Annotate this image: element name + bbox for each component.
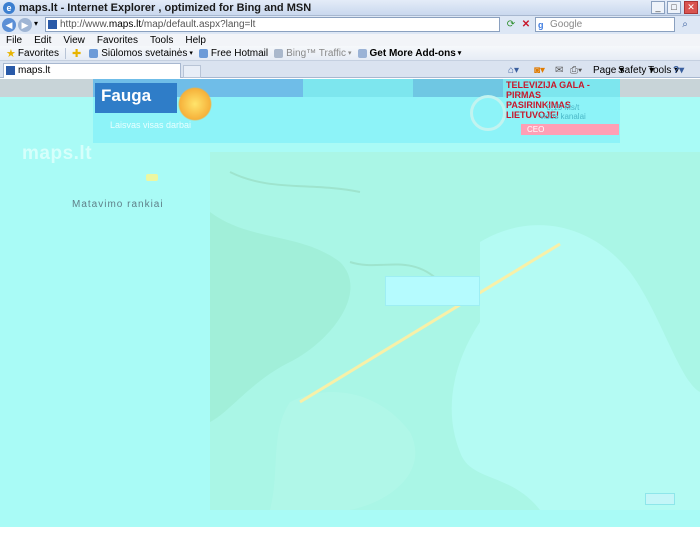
- menu-file[interactable]: File: [6, 35, 22, 46]
- feeds-icon[interactable]: ◙▾: [534, 64, 545, 77]
- address-input[interactable]: http://www.maps.lt/map/default.aspx?lang…: [45, 17, 500, 32]
- menu-help[interactable]: Help: [185, 35, 206, 46]
- url-path: /map/default.aspx?lang=lt: [141, 19, 256, 30]
- search-placeholder: Google: [550, 19, 583, 30]
- window-title-bar: e maps.lt - Internet Explorer , optimize…: [0, 0, 700, 16]
- help-label: ?: [673, 65, 680, 76]
- site-favicon-icon: [48, 20, 57, 29]
- page-icon: [357, 48, 367, 58]
- site-favicon-icon: [6, 66, 15, 75]
- site-logo[interactable]: maps.lt: [22, 143, 92, 165]
- fav-item-label: Free Hotmail: [210, 47, 269, 59]
- back-button[interactable]: ◀: [2, 18, 16, 32]
- map-popup[interactable]: [385, 276, 480, 306]
- page-icon: [274, 48, 284, 58]
- fav-item-addons[interactable]: Get More Add-ons ▾: [357, 47, 462, 59]
- address-toolbar: ◀ ▶ ▾ http://www.maps.lt/map/default.asp…: [0, 16, 700, 34]
- refresh-icon[interactable]: ⟳: [504, 17, 518, 32]
- home-icon[interactable]: ⌂▾: [508, 64, 519, 77]
- chevron-down-icon: ▾: [189, 50, 193, 57]
- banner-cta-button[interactable]: CEO: [521, 124, 619, 135]
- map-scale-control[interactable]: [645, 493, 675, 505]
- fav-item-hotmail[interactable]: Free Hotmail: [198, 47, 269, 59]
- banner-tagline: Laisvas visas darbai: [110, 120, 192, 130]
- add-favorite-button[interactable]: ✚: [72, 47, 83, 60]
- search-icon[interactable]: ⌕: [678, 17, 692, 32]
- map-imagery: [210, 152, 700, 510]
- menu-view[interactable]: View: [63, 35, 85, 46]
- fav-item-label: Get More Add-ons: [369, 47, 456, 59]
- safety-menu-label: Safety: [618, 65, 647, 76]
- print-icon[interactable]: ⎙▾: [570, 64, 582, 77]
- page-icon: [89, 48, 99, 58]
- banner-circle-graphic: [470, 95, 506, 131]
- url-prefix: http://www.: [60, 19, 109, 30]
- close-button[interactable]: ✕: [684, 1, 698, 14]
- site-nav-row: [28, 174, 203, 184]
- nav-marker-icon[interactable]: [146, 174, 158, 181]
- add-favorite-icon: ✚: [72, 47, 82, 60]
- divider: [65, 47, 66, 59]
- maximize-button[interactable]: □: [667, 1, 681, 14]
- favorites-button[interactable]: ★ Favorites: [6, 47, 59, 60]
- forward-button[interactable]: ▶: [18, 18, 32, 32]
- menu-edit[interactable]: Edit: [34, 35, 51, 46]
- banner-info: 0,15 Ms/t visos kanalai: [540, 103, 586, 121]
- fav-item-label: Siūlomos svetainės: [101, 47, 188, 59]
- read-mail-icon[interactable]: ✉: [555, 64, 563, 77]
- tab-maps-lt[interactable]: maps.lt: [3, 63, 181, 78]
- favorites-bar: ★ Favorites ✚ Siūlomos svetainės ▾ Free …: [0, 46, 700, 61]
- ie-logo-icon: e: [3, 1, 15, 14]
- menu-favorites[interactable]: Favorites: [97, 35, 138, 46]
- sun-graphic-icon: [175, 84, 215, 124]
- star-icon: ★: [6, 47, 16, 60]
- sidebar-title: Matavimo rankiai: [72, 199, 164, 210]
- page-content: Fauga Laisvas visas darbai TELEVIZIJA GA…: [0, 79, 700, 560]
- favorites-label: Favorites: [17, 47, 59, 59]
- tab-bar: maps.lt ⌂▾ ◙▾ ✉ ⎙▾ Page ▾ Safety ▾ Tools…: [0, 61, 700, 78]
- tab-label: maps.lt: [18, 65, 51, 76]
- banner-brand[interactable]: Fauga: [95, 83, 177, 113]
- fav-item-label: Bing™ Traffic: [286, 47, 346, 59]
- new-tab-button[interactable]: [183, 65, 201, 78]
- window-title: maps.lt - Internet Explorer , optimized …: [19, 1, 312, 14]
- menu-tools[interactable]: Tools: [150, 35, 173, 46]
- search-input[interactable]: g Google: [535, 17, 675, 32]
- stop-icon[interactable]: ✕: [519, 17, 533, 32]
- banner-info-line-2: visos kanalai: [540, 112, 586, 121]
- tools-menu-label: Tools: [648, 65, 672, 76]
- url-host: maps.lt: [108, 19, 142, 30]
- menu-bar: File Edit View Favorites Tools Help: [0, 34, 700, 46]
- status-bar: [0, 527, 700, 560]
- chevron-down-icon: ▾: [347, 50, 352, 57]
- banner-info-line-1: 0,15 Ms/t: [546, 103, 580, 112]
- minimize-button[interactable]: _: [651, 1, 665, 14]
- fav-item-bing-traffic[interactable]: Bing™ Traffic ▾: [274, 47, 352, 59]
- page-menu-label: Page: [593, 65, 617, 76]
- banner-headline-line-1: TELEVIZIJA GALA - PIRMAS: [506, 80, 590, 100]
- chevron-down-icon: ▾: [457, 50, 462, 57]
- search-engine-icon: g: [538, 20, 544, 30]
- help-icon[interactable]: ?▾: [673, 64, 684, 77]
- page-icon: [198, 48, 208, 58]
- map-canvas[interactable]: [210, 152, 700, 510]
- fav-item-suggested[interactable]: Siūlomos svetainės ▾: [89, 48, 193, 59]
- history-dropdown-icon[interactable]: ▾: [34, 19, 38, 28]
